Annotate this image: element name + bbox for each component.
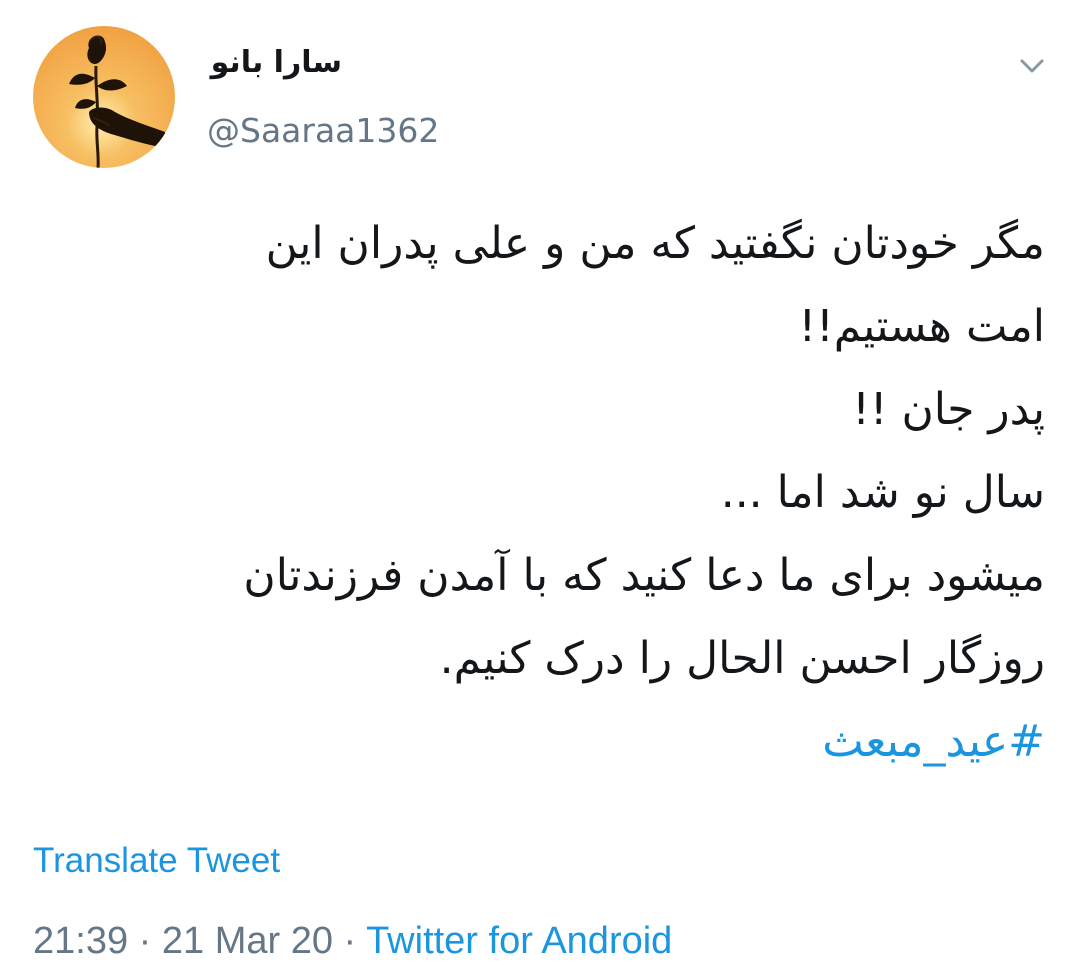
meta-separator: · xyxy=(332,920,367,962)
chevron-down-icon xyxy=(1020,59,1044,73)
hashtag-link[interactable]: #عید_مبعث xyxy=(105,700,1045,783)
tweet-line: میشود برای ما دعا کنید که با آمدن فرزندت… xyxy=(243,550,1045,601)
tweet-line: سال نو شد اما ... xyxy=(720,467,1045,518)
rose-in-hand-avatar-image xyxy=(33,26,175,168)
tweet-source-link[interactable]: Twitter for Android xyxy=(366,920,672,962)
tweet-line: مگر خودتان نگفتید که من و علی پدران این xyxy=(265,218,1045,269)
user-handle[interactable]: @Saaraa1362 xyxy=(207,108,439,154)
tweet-line: امت هستیم!! xyxy=(798,301,1045,352)
meta-separator: · xyxy=(128,920,162,962)
tweet-date[interactable]: 21 Mar 20 xyxy=(162,920,333,962)
tweet-line: پدر جان !! xyxy=(852,384,1045,435)
tweet-menu-button[interactable] xyxy=(1012,48,1052,84)
display-name[interactable]: سارا بانو xyxy=(211,40,342,86)
tweet-line: روزگار احسن الحال را درک کنیم. xyxy=(439,633,1045,684)
tweet-metadata: 21:39 · 21 Mar 20 · Twitter for Android xyxy=(33,916,672,966)
avatar[interactable] xyxy=(33,26,175,168)
tweet-text: مگر خودتان نگفتید که من و علی پدران این … xyxy=(105,202,1045,783)
translate-tweet-link[interactable]: Translate Tweet xyxy=(33,838,280,884)
tweet-time: 21:39 xyxy=(33,920,129,962)
